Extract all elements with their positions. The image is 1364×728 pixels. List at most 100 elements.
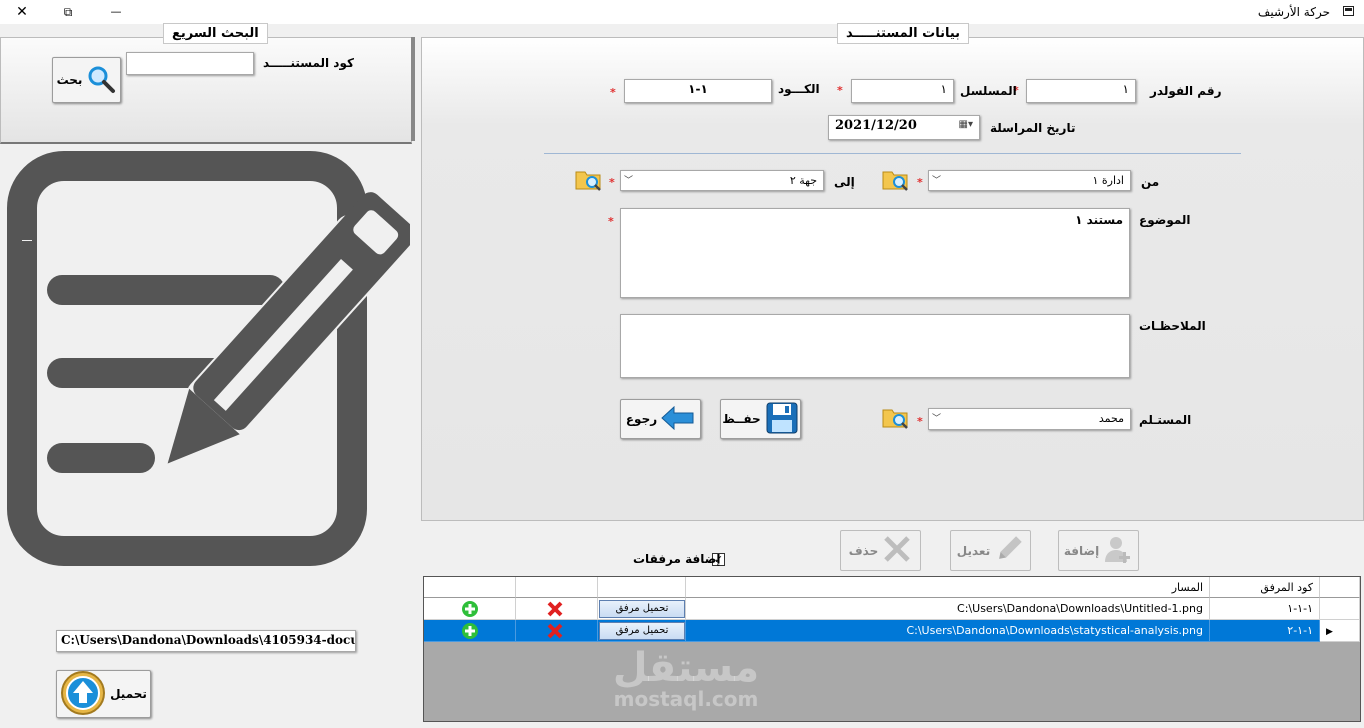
save-icon xyxy=(765,401,799,438)
column-header-load[interactable] xyxy=(598,577,686,598)
required-mark: * xyxy=(608,215,614,228)
to-value: جهة ٢ xyxy=(789,174,817,187)
chevron-down-icon: ﹀ xyxy=(932,176,942,186)
to-select[interactable]: جهة ٢ ﹀ xyxy=(620,170,824,191)
x-icon xyxy=(882,534,912,567)
attachment-path-cell[interactable]: C:\Users\Dandona\Downloads\statystical-a… xyxy=(686,620,1210,642)
delete-attachment-icon[interactable] xyxy=(546,600,564,619)
to-label: إلى xyxy=(834,175,855,189)
receiver-value: محمد xyxy=(1098,412,1124,425)
panel-splitter[interactable] xyxy=(411,37,415,141)
upload-icon xyxy=(60,670,106,719)
receiver-label: المستـلم xyxy=(1139,413,1192,427)
minimize-button[interactable]: — xyxy=(104,2,128,22)
upload-button-label: تحميل xyxy=(110,687,147,701)
required-mark: * xyxy=(837,84,843,97)
required-mark: * xyxy=(610,86,616,99)
edit-button-label: تعديل xyxy=(956,543,991,558)
back-button-label: رجوع xyxy=(625,412,658,426)
load-attachment-button[interactable]: تحميل مرفق xyxy=(599,600,685,618)
column-header-path[interactable]: المسار xyxy=(686,577,1210,598)
load-cell: تحميل مرفق xyxy=(598,598,686,620)
folder-icon[interactable] xyxy=(882,404,910,429)
table-row[interactable]: ▶ ١-١-٢ C:\Users\Dandona\Downloads\staty… xyxy=(424,620,1360,642)
attachment-code-cell[interactable]: ١-١-١ xyxy=(1210,598,1320,620)
date-value: 2021/12/20 xyxy=(835,118,917,133)
save-button-label: حفــظ xyxy=(722,412,761,426)
serial-label: المسلسل xyxy=(960,84,1017,98)
pencil-icon xyxy=(994,534,1024,567)
add-attachment-icon[interactable] xyxy=(461,622,479,641)
title-bar: ✕ ⧉ — حركة الأرشيف xyxy=(0,0,1364,24)
delete-cell xyxy=(516,620,598,642)
delete-cell xyxy=(516,598,598,620)
attachment-code-cell[interactable]: ١-١-٢ xyxy=(1210,620,1320,642)
arrow-left-icon xyxy=(661,405,695,433)
column-header-code[interactable]: كود المرفق xyxy=(1210,577,1320,598)
delete-button[interactable]: حذف xyxy=(840,530,921,571)
from-select[interactable]: ادارة ١ ﹀ xyxy=(928,170,1131,191)
edit-button[interactable]: تعديل xyxy=(950,530,1031,571)
serial-input[interactable]: ١ xyxy=(851,79,954,103)
subject-textarea[interactable]: مستند ١ xyxy=(620,208,1130,298)
doc-code-label: كود المستنـــــد xyxy=(263,56,354,70)
add-cell xyxy=(424,620,516,642)
delete-button-label: حذف xyxy=(848,543,879,558)
load-attachment-button[interactable]: تحميل مرفق xyxy=(599,622,685,640)
load-cell: تحميل مرفق xyxy=(598,620,686,642)
add-button-label: إضافة xyxy=(1063,543,1100,558)
date-label: تاريخ المراسلة xyxy=(990,121,1076,135)
date-picker[interactable]: 2021/12/20 ▦▾ xyxy=(828,115,980,140)
calendar-icon[interactable]: ▦▾ xyxy=(959,119,973,130)
window-title: حركة الأرشيف xyxy=(1257,5,1330,19)
delete-attachment-icon[interactable] xyxy=(546,622,564,641)
current-row-indicator-icon: ▶ xyxy=(1326,627,1333,637)
column-header-delete[interactable] xyxy=(516,577,598,598)
watermark-latin: mostaql.com xyxy=(613,687,759,711)
attachment-path-cell[interactable]: C:\Users\Dandona\Downloads\Untitled-1.pn… xyxy=(686,598,1210,620)
code-label: الكـــود xyxy=(778,82,820,96)
add-button[interactable]: إضافة xyxy=(1058,530,1139,571)
chevron-down-icon: ﹀ xyxy=(624,176,634,186)
required-mark: * xyxy=(917,176,923,189)
back-button[interactable]: رجوع xyxy=(620,399,701,439)
doc-code-input[interactable] xyxy=(126,52,254,75)
upload-button[interactable]: تحميل xyxy=(56,670,151,718)
required-mark: * xyxy=(609,176,615,189)
row-header[interactable] xyxy=(1320,598,1360,620)
from-value: ادارة ١ xyxy=(1092,174,1124,187)
folder-search-icon[interactable] xyxy=(882,166,910,191)
code-input[interactable]: ١-١ xyxy=(624,79,772,103)
add-attachment-icon[interactable] xyxy=(461,600,479,619)
subject-label: الموضوع xyxy=(1139,213,1191,227)
notes-label: الملاحظـات xyxy=(1139,319,1206,333)
save-button[interactable]: حفــظ xyxy=(720,399,801,439)
folder-no-input[interactable]: ١ xyxy=(1026,79,1136,103)
watermark-arabic: مستقل xyxy=(612,645,760,691)
table-row[interactable]: ١-١-١ C:\Users\Dandona\Downloads\Untitle… xyxy=(424,598,1360,620)
add-user-icon xyxy=(1103,534,1133,567)
chevron-down-icon: ﹀ xyxy=(932,414,942,424)
receiver-select[interactable]: محمد ﹀ xyxy=(928,408,1131,430)
folder-search-icon[interactable] xyxy=(575,166,603,191)
search-button[interactable]: بحث xyxy=(52,57,121,103)
required-mark: * xyxy=(917,415,923,428)
quick-search-title: البحث السريع xyxy=(163,23,268,44)
row-header[interactable]: ▶ xyxy=(1320,620,1360,642)
notes-textarea[interactable] xyxy=(620,314,1130,378)
add-cell xyxy=(424,598,516,620)
attachments-grid: كود المرفق المسار ١-١-١ C:\Users\Dandona… xyxy=(423,576,1361,722)
from-label: من xyxy=(1141,175,1160,189)
folder-no-label: رقم الفولدر xyxy=(1150,84,1222,98)
document-edit-icon xyxy=(0,150,417,570)
close-button[interactable]: ✕ xyxy=(10,2,34,22)
file-path-input[interactable]: C:\Users\Dandona\Downloads\4105934-docum xyxy=(56,630,356,652)
search-icon xyxy=(86,64,116,97)
search-button-label: بحث xyxy=(56,73,83,87)
app-icon xyxy=(1343,6,1354,16)
column-header-add[interactable] xyxy=(424,577,516,598)
document-data-title: بيانات المستنـــــد xyxy=(837,23,970,44)
separator-line xyxy=(544,153,1241,154)
add-attachments-label: إضافة مرفقات xyxy=(633,552,721,566)
restore-button[interactable]: ⧉ xyxy=(56,2,80,22)
